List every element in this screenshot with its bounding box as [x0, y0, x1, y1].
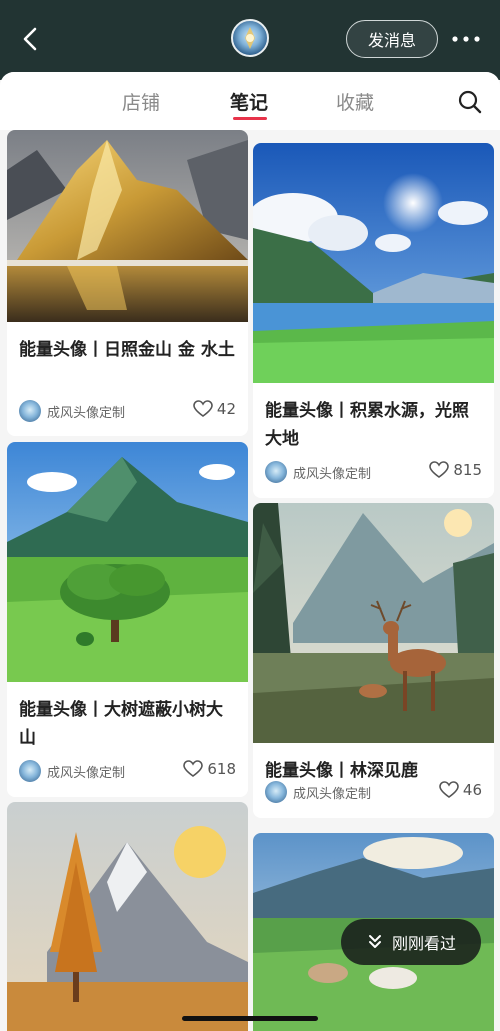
like-button[interactable]: 42 — [193, 400, 236, 418]
chevron-left-icon — [23, 27, 37, 51]
heart-icon — [429, 461, 450, 478]
heart-icon — [439, 781, 459, 798]
note-author[interactable]: 成风头像定制 — [265, 781, 371, 803]
note-author[interactable]: 成风头像定制 — [265, 461, 371, 483]
like-count: 815 — [453, 461, 482, 479]
author-name: 成风头像定制 — [47, 405, 126, 421]
author-avatar — [265, 461, 287, 483]
note-image-deer-forest — [253, 503, 494, 743]
note-card[interactable]: 能量头像丨林深见鹿 成风头像定制 46 — [253, 503, 494, 818]
tab-bar: 店铺 笔记 收藏 — [0, 72, 500, 130]
top-bar: 发消息 — [0, 0, 500, 80]
like-count: 46 — [462, 781, 482, 799]
tab-notes[interactable]: 笔记 — [230, 88, 268, 115]
note-image-golden-mountain — [7, 130, 248, 322]
author-avatar — [265, 781, 287, 803]
note-image-big-tree — [7, 442, 248, 682]
note-card[interactable]: 能量头像丨日照金山 金 水土 成风头像定制 42 — [7, 130, 248, 436]
author-avatar — [19, 760, 41, 782]
send-message-button[interactable]: 发消息 — [346, 20, 438, 58]
tab-shop[interactable]: 店铺 — [122, 88, 160, 115]
heart-icon — [193, 400, 213, 417]
more-dots-icon — [452, 36, 480, 42]
heart-icon — [183, 760, 204, 777]
content-sheet: 店铺 笔记 收藏 能量头像丨日照金山 金 水土 成风头像定制 42 能量头像丨积… — [0, 72, 500, 1031]
note-card[interactable]: 能量头像丨大树遮蔽小树大山 成风头像定制 618 — [7, 442, 248, 797]
shop-avatar[interactable] — [231, 19, 269, 57]
search-icon — [458, 90, 482, 114]
author-name: 成风头像定制 — [293, 786, 372, 802]
note-image-autumn-moon — [7, 802, 248, 1031]
search-button[interactable] — [456, 88, 484, 116]
note-author[interactable]: 成风头像定制 — [19, 400, 125, 422]
like-button[interactable]: 815 — [429, 461, 482, 479]
author-name: 成风头像定制 — [293, 466, 372, 482]
like-count: 618 — [207, 760, 236, 778]
like-button[interactable]: 46 — [439, 781, 482, 799]
recently-viewed-label: 刚刚看过 — [391, 934, 456, 953]
double-chevron-down-icon — [368, 935, 381, 948]
recently-viewed-button[interactable]: 刚刚看过 — [341, 919, 481, 965]
home-indicator — [182, 1016, 318, 1021]
active-tab-indicator — [233, 117, 267, 120]
like-count: 42 — [216, 400, 236, 418]
like-button[interactable]: 618 — [183, 760, 236, 778]
note-card[interactable]: 能量头像丨积累水源，光照大地 成风头像定制 815 — [253, 143, 494, 498]
back-button[interactable] — [14, 22, 48, 56]
note-title: 能量头像丨日照金山 金 水土 — [19, 340, 235, 360]
avatar-emblem-icon — [245, 27, 255, 49]
more-options-button[interactable] — [448, 24, 484, 54]
note-image-blue-lake — [253, 143, 494, 383]
note-title: 能量头像丨积累水源，光照大地 — [265, 401, 469, 449]
tab-favorites[interactable]: 收藏 — [336, 88, 374, 115]
note-author[interactable]: 成风头像定制 — [19, 760, 125, 782]
note-title: 能量头像丨大树遮蔽小树大山 — [19, 700, 223, 748]
author-avatar — [19, 400, 41, 422]
note-card[interactable] — [7, 802, 248, 1031]
author-name: 成风头像定制 — [47, 765, 126, 781]
